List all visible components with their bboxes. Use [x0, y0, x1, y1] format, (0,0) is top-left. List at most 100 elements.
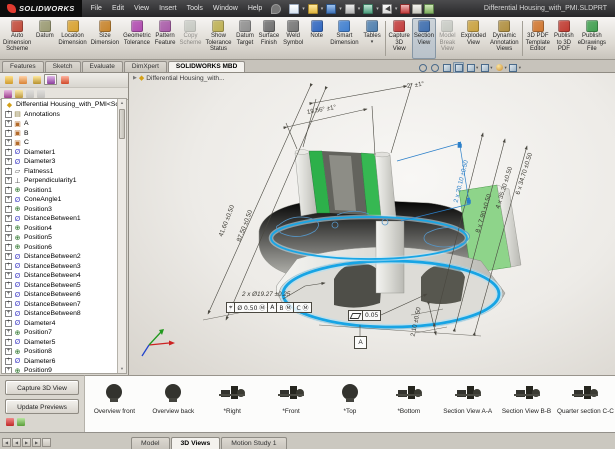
- expander-icon[interactable]: [5, 206, 12, 213]
- dynamic-annotation-views-button[interactable]: Dynamic Annotation Views: [488, 18, 521, 59]
- dropdown-arrow-icon[interactable]: ▾: [321, 6, 324, 12]
- tab-scroll-last-icon[interactable]: ▶: [32, 438, 41, 447]
- expander-icon[interactable]: [5, 177, 12, 184]
- dropdown-arrow-icon[interactable]: ▾: [376, 6, 379, 12]
- tree-item-position3[interactable]: ⊕Position3: [2, 205, 117, 215]
- tree-item-c[interactable]: ▣C: [2, 138, 117, 148]
- propertymanager-tab-tab[interactable]: [16, 74, 29, 85]
- tree-item-a[interactable]: ▣A: [2, 119, 117, 129]
- publish-to-3d-pdf-button[interactable]: Publish to 3D PDF: [552, 18, 576, 59]
- save-icon[interactable]: [326, 4, 336, 14]
- dropdown-arrow-icon[interactable]: ▾: [302, 6, 305, 12]
- tree-root-item[interactable]: ◆Differential Housing_with_PMI<Scheme5>: [2, 100, 117, 110]
- expander-icon[interactable]: [5, 253, 12, 260]
- new-document-icon[interactable]: [289, 4, 299, 14]
- dropdown-arrow-icon[interactable]: ▾: [395, 6, 398, 12]
- graphics-viewport[interactable]: ▶ ◆ Differential Housing_with... 2° ±1° …: [129, 73, 615, 375]
- hide-show-items-icon[interactable]: [479, 62, 490, 73]
- tab-scroll-prev-icon[interactable]: ◀: [12, 438, 21, 447]
- dropdown-arrow-icon[interactable]: ▾: [490, 65, 492, 71]
- scrollbar-thumb[interactable]: [119, 109, 125, 139]
- displaymanager-tab-tab[interactable]: [58, 74, 71, 85]
- tree-item-distancebetween4[interactable]: ØDistanceBetween4: [2, 271, 117, 281]
- expander-icon[interactable]: [5, 187, 12, 194]
- expander-icon[interactable]: [5, 168, 12, 175]
- auto-dimension-scheme-button[interactable]: Auto Dimension Scheme: [1, 18, 33, 59]
- tab-sketch[interactable]: Sketch: [45, 61, 81, 72]
- view-thumbnail-overview-back[interactable]: Overview back: [144, 381, 202, 415]
- view-orientation-icon[interactable]: [453, 62, 464, 73]
- expander-icon[interactable]: [5, 215, 12, 222]
- frame-icon[interactable]: [412, 4, 422, 14]
- size-dimension-button[interactable]: Size Dimension: [89, 18, 121, 59]
- tab-features[interactable]: Features: [2, 61, 44, 72]
- dropdown-arrow-icon[interactable]: ▾: [505, 65, 507, 71]
- expander-icon[interactable]: [5, 348, 12, 355]
- expander-icon[interactable]: [5, 149, 12, 156]
- menu-insert[interactable]: Insert: [154, 5, 182, 12]
- section-view-button[interactable]: Section View: [412, 18, 436, 59]
- feature-control-frame[interactable]: ⌖Ø 0.50 ⓂAB ⓂC Ⓜ: [226, 302, 312, 313]
- zoom-fit-icon[interactable]: [417, 62, 428, 73]
- expander-icon[interactable]: [5, 282, 12, 289]
- tree-item-distancebetween2[interactable]: ØDistanceBetween2: [2, 252, 117, 262]
- edit-appearance-icon[interactable]: [494, 62, 505, 73]
- dropdown-arrow-icon[interactable]: ▾: [476, 65, 478, 71]
- expander-icon[interactable]: [5, 329, 12, 336]
- tree-item-diameter1[interactable]: ØDiameter1: [2, 148, 117, 158]
- tree-scrollbar[interactable]: ▲ ▼: [117, 99, 126, 373]
- auto-dimension-icon[interactable]: [4, 90, 12, 98]
- print-icon[interactable]: [345, 4, 355, 14]
- expander-icon[interactable]: [5, 339, 12, 346]
- expander-icon[interactable]: [5, 225, 12, 232]
- expander-icon[interactable]: [5, 301, 12, 308]
- tables-button[interactable]: Tables▾: [361, 18, 384, 59]
- weld-symbol-button[interactable]: Weld Symbol: [281, 18, 305, 59]
- expander-icon[interactable]: ▶: [133, 75, 137, 81]
- view-settings-icon[interactable]: [508, 62, 519, 73]
- tab-split-icon[interactable]: [42, 438, 51, 447]
- dimxpertmanager-tab-tab[interactable]: [44, 74, 57, 85]
- arrow-icon[interactable]: [26, 90, 34, 98]
- expander-icon[interactable]: [5, 310, 12, 317]
- menu-help[interactable]: Help: [243, 5, 267, 12]
- tree-item-distancebetween8[interactable]: ØDistanceBetween8: [2, 309, 117, 319]
- tree-item-distancebetween7[interactable]: ØDistanceBetween7: [2, 300, 117, 310]
- expander-icon[interactable]: [5, 139, 12, 146]
- exploded-view-button[interactable]: Exploded View: [459, 18, 488, 59]
- tree-item-position8[interactable]: ⊕Position8: [2, 347, 117, 357]
- pin-icon[interactable]: [271, 4, 281, 14]
- edrawings-icon[interactable]: [6, 418, 14, 426]
- tree-item-diameter3[interactable]: ØDiameter3: [2, 157, 117, 167]
- tree-item-position7[interactable]: ⊕Position7: [2, 328, 117, 338]
- tree-item-distancebetween5[interactable]: ØDistanceBetween5: [2, 281, 117, 291]
- note-button[interactable]: Note: [305, 18, 328, 59]
- tree-item-diameter4[interactable]: ØDiameter4: [2, 319, 117, 329]
- zoom-area-icon[interactable]: [429, 62, 440, 73]
- tree-item-position9[interactable]: ⊕Position9: [2, 366, 117, 373]
- expander-icon[interactable]: [5, 291, 12, 298]
- bottom-tab-motion-study-1[interactable]: Motion Study 1: [221, 437, 286, 449]
- expander-icon[interactable]: [5, 234, 12, 241]
- tree-item-b[interactable]: ▣B: [2, 129, 117, 139]
- tab-dimxpert[interactable]: DimXpert: [124, 61, 167, 72]
- surface-finish-button[interactable]: Surface Finish: [256, 18, 281, 59]
- expander-icon[interactable]: [5, 263, 12, 270]
- menu-view[interactable]: View: [129, 5, 154, 12]
- previous-view-icon[interactable]: [441, 62, 452, 73]
- expander-icon[interactable]: [5, 358, 12, 365]
- tree-item-flatness1[interactable]: ▱Flatness1: [2, 167, 117, 177]
- scroll-down-icon[interactable]: ▼: [120, 365, 124, 373]
- tree-item-position6[interactable]: ⊕Position6: [2, 243, 117, 253]
- menu-tools[interactable]: Tools: [182, 5, 208, 12]
- datum-a-flag[interactable]: A: [354, 336, 367, 349]
- dropdown-arrow-icon[interactable]: ▾: [358, 6, 361, 12]
- bottom-tab-model[interactable]: Model: [131, 437, 170, 449]
- bottom-tab-3d-views[interactable]: 3D Views: [171, 437, 221, 449]
- select-cursor-icon[interactable]: [382, 4, 392, 14]
- expander-icon[interactable]: [5, 130, 12, 137]
- dropdown-arrow-icon[interactable]: ▾: [519, 65, 521, 71]
- publish-edrawings-file-button[interactable]: Publish eDrawings File: [576, 18, 608, 59]
- scroll-up-icon[interactable]: ▲: [120, 99, 124, 107]
- expander-icon[interactable]: [5, 367, 12, 373]
